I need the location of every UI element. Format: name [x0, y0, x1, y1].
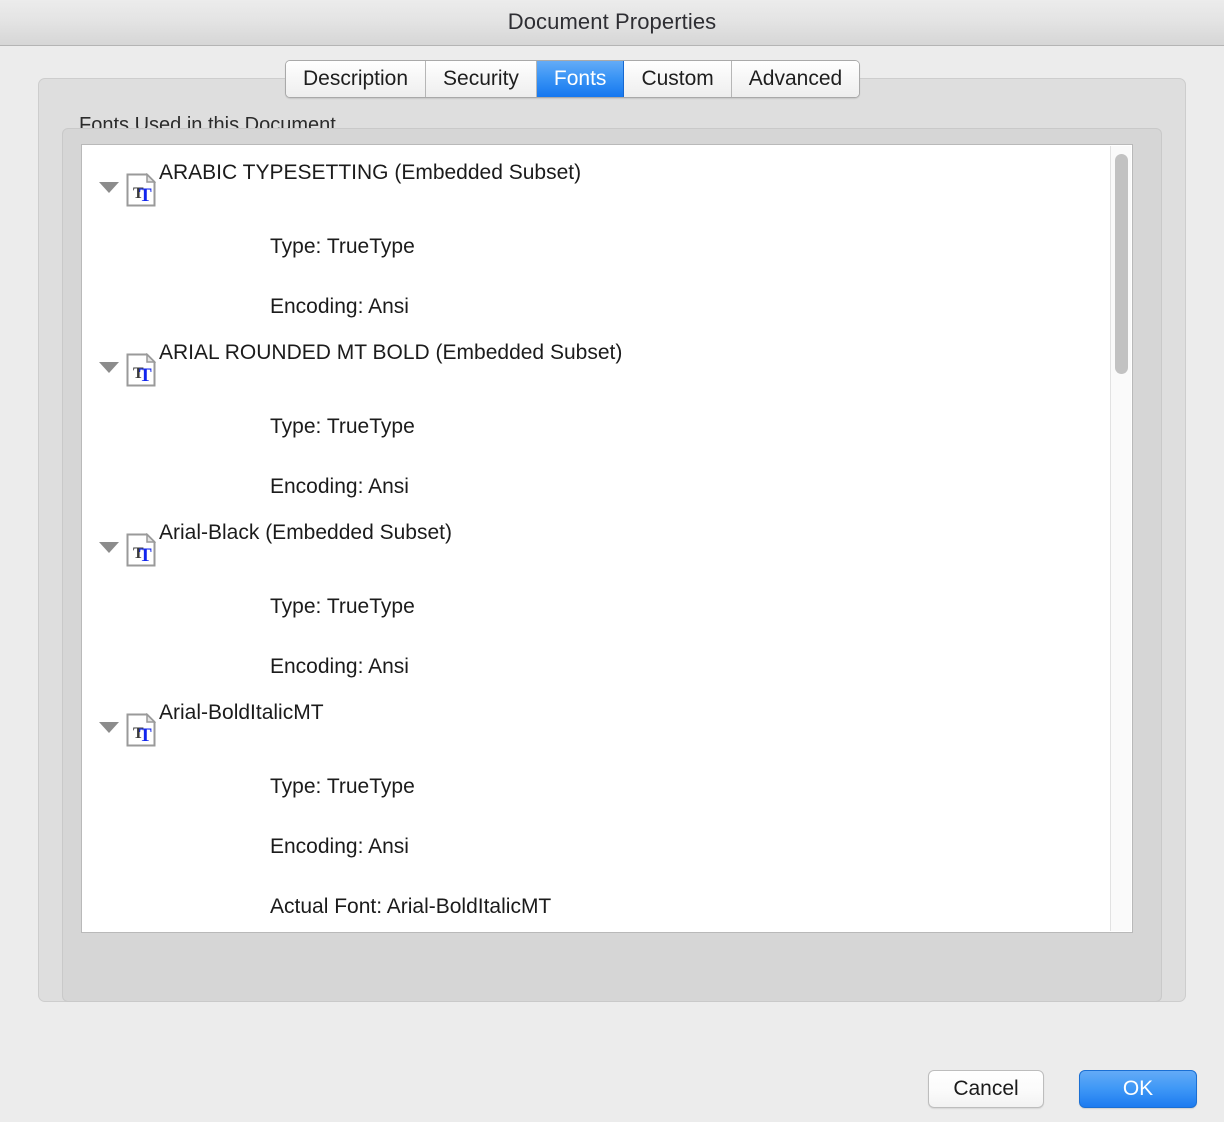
- font-detail-type: Type: TrueType: [82, 577, 1132, 637]
- window-titlebar: Document Properties: [0, 0, 1224, 46]
- tab-bar: Description Security Fonts Custom Advanc…: [285, 60, 860, 98]
- font-detail-encoding: Encoding: Ansi: [82, 457, 1132, 517]
- font-entry-row[interactable]: T T Arial-BoldItalicMT: [82, 697, 1132, 757]
- font-entry-name: ARABIC TYPESETTING (Embedded Subset): [159, 161, 581, 185]
- font-entry-name: Arial-Black (Embedded Subset): [159, 521, 452, 545]
- tab-security[interactable]: Security: [426, 61, 537, 97]
- cancel-button[interactable]: Cancel: [928, 1070, 1044, 1108]
- tab-advanced[interactable]: Advanced: [732, 61, 859, 97]
- truetype-font-icon: T T: [126, 353, 156, 387]
- font-entry-row[interactable]: T T ARIAL ROUNDED MT BOLD (Embedded Subs…: [82, 337, 1132, 397]
- window-title: Document Properties: [0, 9, 1224, 35]
- disclosure-triangle-icon[interactable]: [98, 517, 120, 577]
- font-detail-type: Type: TrueType: [82, 757, 1132, 817]
- font-detail-encoding: Encoding: Ansi: [82, 277, 1132, 337]
- fonts-list-content: T T ARABIC TYPESETTING (Embedded Subset)…: [82, 145, 1132, 933]
- dialog-button-row: Cancel OK: [928, 1070, 1197, 1108]
- font-entry-row[interactable]: T T Arial-Black (Embedded Subset): [82, 517, 1132, 577]
- truetype-font-icon: T T: [126, 713, 156, 747]
- disclosure-triangle-icon[interactable]: [98, 337, 120, 397]
- document-properties-dialog: Document Properties Description Security…: [0, 0, 1224, 1122]
- svg-text:T: T: [139, 185, 152, 206]
- svg-text:T: T: [139, 545, 152, 566]
- ok-button[interactable]: OK: [1079, 1070, 1197, 1108]
- font-detail-encoding: Encoding: Ansi: [82, 637, 1132, 697]
- fonts-list-container: T T ARABIC TYPESETTING (Embedded Subset)…: [62, 128, 1162, 1002]
- font-entry-row[interactable]: T T ARABIC TYPESETTING (Embedded Subset): [82, 157, 1132, 217]
- font-entry-name: ARIAL ROUNDED MT BOLD (Embedded Subset): [159, 341, 622, 365]
- font-detail-type: Type: TrueType: [82, 397, 1132, 457]
- disclosure-triangle-icon[interactable]: [98, 697, 120, 757]
- font-detail-encoding: Encoding: Ansi: [82, 817, 1132, 877]
- tab-description[interactable]: Description: [286, 61, 426, 97]
- font-entry-name: Arial-BoldItalicMT: [159, 701, 324, 725]
- font-detail-actual-font: Actual Font: Arial-BoldItalicMT: [82, 877, 1132, 933]
- disclosure-triangle-icon[interactable]: [98, 157, 120, 217]
- svg-text:T: T: [139, 365, 152, 386]
- svg-text:T: T: [139, 725, 152, 746]
- font-detail-type: Type: TrueType: [82, 217, 1132, 277]
- scrollbar-thumb[interactable]: [1115, 154, 1128, 374]
- truetype-font-icon: T T: [126, 173, 156, 207]
- fonts-list[interactable]: T T ARABIC TYPESETTING (Embedded Subset)…: [81, 144, 1133, 933]
- tab-fonts[interactable]: Fonts: [537, 61, 625, 97]
- fonts-list-scrollbar[interactable]: [1110, 146, 1131, 931]
- truetype-font-icon: T T: [126, 533, 156, 567]
- tab-custom[interactable]: Custom: [624, 61, 731, 97]
